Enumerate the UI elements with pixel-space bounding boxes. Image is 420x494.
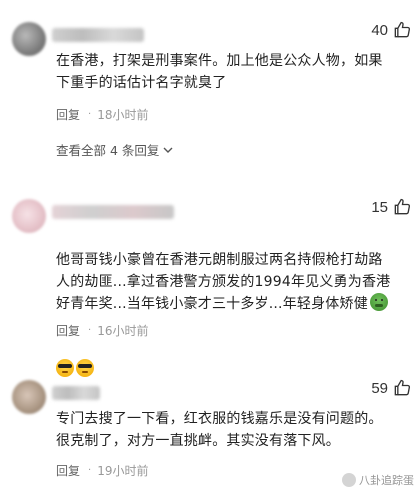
avatar[interactable] <box>12 22 46 56</box>
username-blurred[interactable] <box>52 205 174 219</box>
timestamp: 19小时前 <box>97 464 149 478</box>
avatar[interactable] <box>12 199 46 233</box>
reply-button[interactable]: 回复 <box>56 106 80 123</box>
timestamp: 18小时前 <box>97 108 149 122</box>
comment-text-body: 他哥哥钱小豪曾在香港元朗制服过两名持假枪打劫路 人的劫匪...拿过香港警方颁发的… <box>56 252 391 312</box>
thumbs-up-icon[interactable] <box>392 197 412 217</box>
timestamp: 16小时前 <box>97 324 149 338</box>
reply-button[interactable]: 回复 <box>56 322 80 339</box>
watermark: 八卦追踪蛋 <box>342 472 414 488</box>
comment-text: 专门去搜了一下看，红衣服的钱嘉乐是没有问题的。 很克制了，对方一直挑衅。其实没有… <box>56 411 383 449</box>
username-blurred[interactable] <box>52 386 100 400</box>
separator-dot: · <box>88 109 92 120</box>
view-all-replies-label: 查看全部 4 条回复 <box>56 143 160 158</box>
avatar[interactable] <box>12 380 46 414</box>
like-count: 40 <box>371 22 388 39</box>
thumbs-up-icon[interactable] <box>392 20 412 40</box>
like-count: 15 <box>371 199 388 216</box>
separator-dot: · <box>88 325 92 336</box>
watermark-text: 八卦追踪蛋 <box>359 474 414 487</box>
comment-meta: 回复 · 18小时前 <box>56 106 148 123</box>
view-all-replies-button[interactable]: 查看全部 4 条回复 <box>56 140 174 159</box>
comment-meta: 回复 · 16小时前 <box>56 322 148 339</box>
comment-text: 他哥哥钱小豪曾在香港元朗制服过两名持假枪打劫路 人的劫匪...拿过香港警方颁发的… <box>56 227 404 381</box>
like-count: 59 <box>371 380 388 397</box>
separator-dot: · <box>88 465 92 476</box>
comment-text: 在香港，打架是刑事案件。加上他是公众人物，如果 下重手的话估计名字就臭了 <box>56 53 383 91</box>
reply-button[interactable]: 回复 <box>56 462 80 479</box>
watermark-logo-icon <box>342 473 356 487</box>
comment-meta: 回复 · 19小时前 <box>56 462 148 479</box>
sick-face-icon <box>369 293 388 311</box>
chevron-down-icon <box>163 147 173 153</box>
thumbs-up-icon[interactable] <box>392 378 412 398</box>
cool-face-icon <box>56 359 74 377</box>
cool-face-icon <box>76 359 94 377</box>
username-blurred[interactable] <box>52 28 144 42</box>
